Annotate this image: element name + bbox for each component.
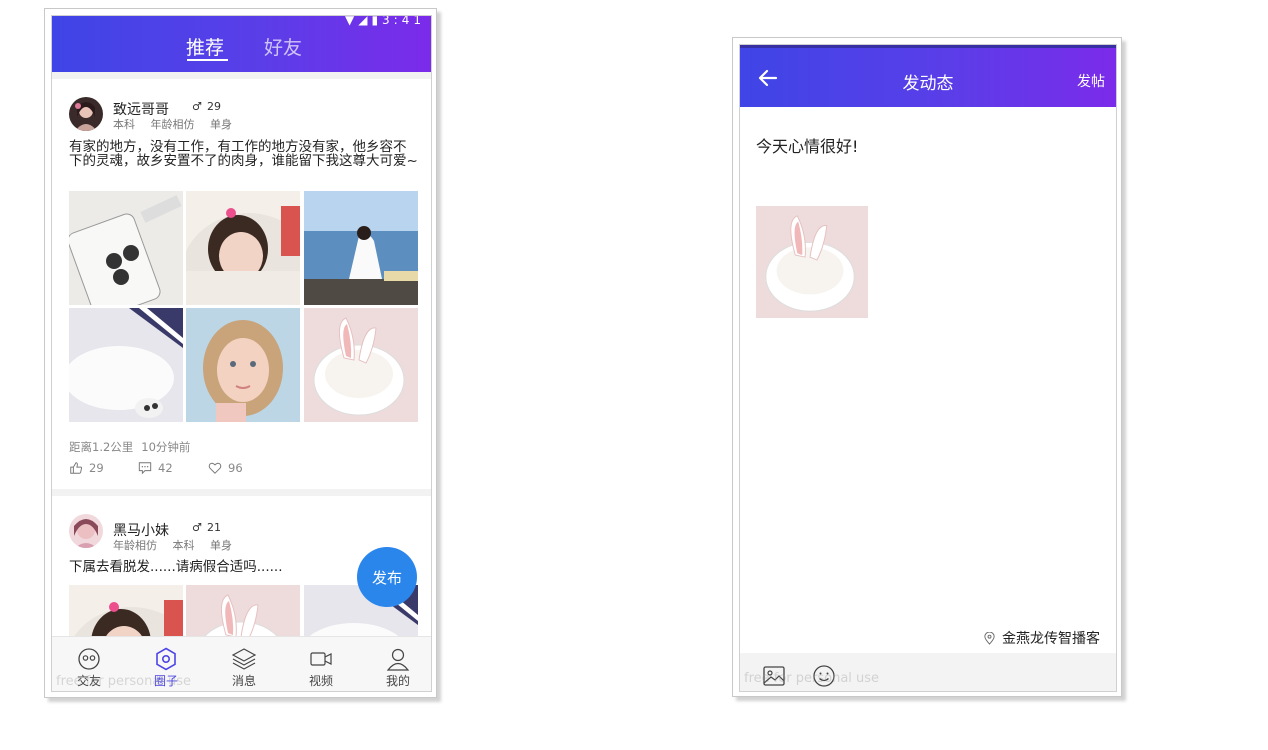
nav-item-video[interactable]: 视频 [291, 647, 351, 689]
phone-case-photo[interactable] [69, 191, 183, 305]
post-meta: 距离1.2公里 10分钟前 [69, 439, 198, 455]
user-icon [386, 648, 410, 671]
layers-icon [232, 648, 256, 670]
tag: 本科 [113, 118, 135, 131]
distance: 距离1.2公里 [69, 440, 134, 454]
feed-header: ▼◢▮3:41 推荐 好友 [52, 16, 431, 72]
user-tags: 年龄相仿 本科 单身 [113, 537, 244, 553]
location-label: 金燕龙传智播客 [1002, 631, 1100, 647]
nav-label: 圈子 [153, 674, 178, 688]
user-tags: 本科 年龄相仿 单身 [113, 116, 244, 132]
age: 21 [207, 521, 221, 534]
favorite-button[interactable]: 96 [208, 461, 243, 475]
phone-frame-feed: ▼◢▮3:41 推荐 好友 致远哥哥 ♂ 29 本科 年龄相仿 单身 有家的地方… [44, 8, 437, 698]
nav-label: 我的 [385, 674, 410, 688]
male-icon: ♂ [192, 521, 202, 534]
girl-blanket-photo[interactable] [186, 191, 300, 305]
like-button[interactable]: 29 [69, 461, 104, 475]
phone-frame-compose: 发动态 发帖 今天心情很好! 金燕龙传智播客 free for personal… [732, 37, 1122, 697]
nav-item-me[interactable]: 我的 [368, 647, 428, 689]
location-tag[interactable]: 金燕龙传智播客 [983, 628, 1100, 648]
girl-portrait-photo[interactable] [186, 308, 300, 422]
location-pin-icon [984, 631, 995, 645]
composer-toolbar: free for personal use [740, 653, 1116, 691]
divider [52, 489, 431, 496]
heart-icon [208, 462, 222, 474]
video-icon [310, 652, 332, 666]
chat-face-icon [78, 648, 100, 670]
tab-recommend[interactable]: 推荐 [186, 33, 224, 60]
nav-item-messages[interactable]: 消息 [214, 647, 274, 689]
feed-screen: ▼◢▮3:41 推荐 好友 致远哥哥 ♂ 29 本科 年龄相仿 单身 有家的地方… [51, 15, 432, 692]
girl-beach-photo[interactable] [304, 191, 418, 305]
post-text-input[interactable]: 今天心情很好! [756, 133, 858, 157]
nav-label: 视频 [308, 674, 333, 688]
hexagon-icon [156, 647, 176, 671]
tag: 年龄相仿 [113, 539, 157, 552]
bottom-nav: 交友 圈子 消息 视频 我的 free for personal use [52, 636, 431, 691]
compose-screen: 发动态 发帖 今天心情很好! 金燕龙传智播客 free for personal… [739, 44, 1117, 692]
publish-fab[interactable]: 发布 [357, 547, 417, 607]
sleeping-dog-photo[interactable] [69, 308, 183, 422]
thumbs-up-icon [70, 462, 83, 474]
status-bar: ▼◢▮3:41 [52, 16, 431, 28]
compose-header: 发动态 发帖 [740, 45, 1116, 107]
emoji-icon[interactable] [812, 664, 836, 688]
avatar[interactable] [69, 514, 103, 548]
tag: 单身 [210, 118, 232, 131]
age: 29 [207, 100, 221, 113]
publish-button[interactable]: 发帖 [1077, 71, 1105, 91]
male-icon: ♂ [192, 100, 202, 113]
like-count: 29 [89, 461, 104, 475]
favorite-count: 96 [228, 461, 243, 475]
nav-label: 消息 [231, 674, 256, 688]
post-text: 有家的地方，没有工作，有工作的地方没有家，他乡容不下的灵魂，故乡安置不了的肉身，… [69, 139, 418, 169]
tag: 年龄相仿 [150, 118, 195, 131]
bunny-cup-photo[interactable] [304, 308, 418, 422]
nav-label: 交友 [76, 674, 101, 688]
post-time: 10分钟前 [141, 440, 191, 454]
avatar[interactable] [69, 97, 103, 131]
nav-item-circle[interactable]: 圈子 [136, 647, 196, 689]
status-icons: ▼◢▮3:41 [344, 15, 425, 27]
tag: 本科 [172, 539, 195, 552]
page-title: 发动态 [902, 74, 954, 94]
image-icon[interactable] [762, 664, 786, 688]
feed-post: 致远哥哥 ♂ 29 本科 年龄相仿 单身 有家的地方，没有工作，有工作的地方没有… [52, 79, 431, 489]
comment-count: 42 [158, 461, 173, 475]
tag: 单身 [210, 539, 232, 552]
nav-item-friends[interactable]: 交友 [59, 647, 119, 689]
active-tab-indicator [187, 59, 228, 61]
bunny-cup-photo[interactable] [756, 206, 868, 318]
tab-friends[interactable]: 好友 [264, 33, 302, 60]
comment-button[interactable]: 42 [138, 461, 173, 475]
divider [52, 72, 431, 79]
comment-icon [138, 462, 152, 475]
